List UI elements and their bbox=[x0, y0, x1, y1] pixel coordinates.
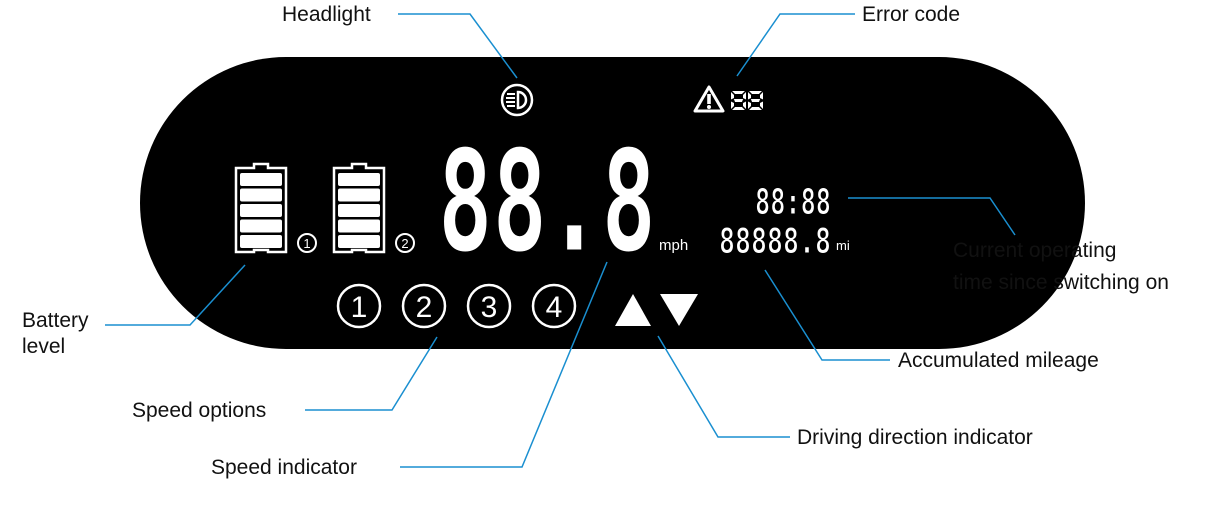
speed-option-number: 4 bbox=[546, 291, 563, 324]
battery-bar bbox=[338, 235, 380, 248]
segment-g bbox=[750, 99, 761, 102]
battery-number: 2 bbox=[401, 236, 408, 251]
label-headlight: Headlight bbox=[282, 3, 371, 26]
label-battery-1: Battery bbox=[22, 309, 89, 332]
battery-bar bbox=[338, 173, 380, 186]
speed-option-number: 1 bbox=[351, 291, 368, 324]
speed-option-number: 2 bbox=[416, 291, 433, 324]
speed-readout: 88.8 bbox=[438, 121, 656, 284]
mileage-unit: mi bbox=[836, 238, 850, 253]
battery-bar bbox=[240, 204, 282, 217]
speed-option-number: 3 bbox=[481, 291, 498, 324]
battery-number: 1 bbox=[303, 236, 310, 251]
battery-bar bbox=[338, 204, 380, 217]
battery-bar bbox=[240, 235, 282, 248]
speed-unit: mph bbox=[659, 237, 688, 254]
mileage-readout: 88888.8 bbox=[719, 222, 831, 262]
label-operating-time-2: time since switching on bbox=[953, 271, 1169, 294]
label-battery-2: level bbox=[22, 335, 65, 358]
label-operating-time-1: Current operating bbox=[953, 239, 1116, 262]
label-speed-indicator: Speed indicator bbox=[211, 456, 357, 479]
battery-bar bbox=[240, 188, 282, 202]
label-mileage: Accumulated mileage bbox=[898, 349, 1099, 372]
label-speed-options: Speed options bbox=[132, 399, 266, 422]
label-direction: Driving direction indicator bbox=[797, 426, 1033, 449]
leader-line-direction bbox=[657, 335, 790, 438]
battery-bar bbox=[338, 219, 380, 233]
segment-g bbox=[733, 99, 744, 102]
label-error-code: Error code bbox=[862, 3, 960, 26]
battery-bar bbox=[240, 219, 282, 233]
battery-bar bbox=[240, 173, 282, 186]
diagram: 1 2 88.8 88:88 88888.8 mph mi 1 2 3 4 Headli… bbox=[22, 3, 1169, 479]
time-readout: 88:88 bbox=[755, 182, 831, 223]
battery-bar bbox=[338, 188, 380, 202]
